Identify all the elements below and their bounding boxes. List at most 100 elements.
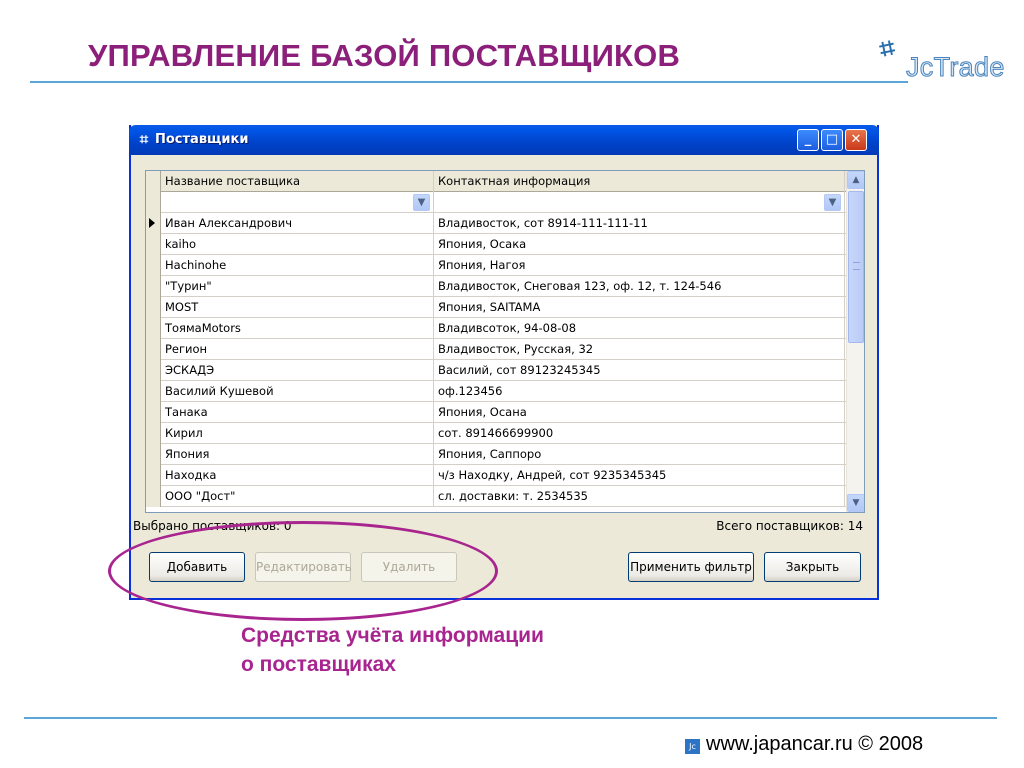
cell-contact-info[interactable]: сот. 891466699900 [434,423,845,444]
row-header[interactable] [146,402,161,423]
chevron-down-icon[interactable]: ▼ [413,194,430,211]
cell-contact-info[interactable]: Япония, SAITAMA [434,297,845,318]
vertical-scrollbar[interactable]: ▲ ▼ [846,171,864,512]
table-row[interactable]: Находка ч/з Находку, Андрей, сот 92353453… [146,465,846,486]
row-header[interactable] [146,234,161,255]
slide-title: УПРАВЛЕНИЕ БАЗОЙ ПОСТАВЩИКОВ [88,38,681,73]
footer: Jc www.japancar.ru © 2008 [685,733,923,757]
caption-line-2: о поставщиках [241,653,396,676]
row-header[interactable] [146,465,161,486]
table-row[interactable]: Танака Япония, Осана [146,402,846,423]
cell-supplier-name[interactable]: ЭСКАДЭ [161,360,434,381]
cell-supplier-name[interactable]: Кирил [161,423,434,444]
cell-contact-info[interactable]: Владивосток, сот 8914-111-111-11 [434,213,845,234]
table-row[interactable]: MOST Япония, SAITAMA [146,297,846,318]
footer-text[interactable]: www.japancar.ru © 2008 [706,733,923,755]
cell-supplier-name[interactable]: Иван Александрович [161,213,434,234]
window-titlebar[interactable]: ⌗ Поставщики _ □ ✕ [129,125,879,155]
highlight-ellipse [108,521,498,621]
cell-supplier-name[interactable]: "Турин" [161,276,434,297]
row-header[interactable] [146,255,161,276]
logo: ⌗ JcTrade [876,28,1013,88]
close-button[interactable]: Закрыть [764,552,861,582]
cell-supplier-name[interactable]: Василий Кушевой [161,381,434,402]
scroll-down-button[interactable]: ▼ [847,494,864,512]
row-header[interactable] [146,486,161,507]
header-corner [146,171,161,192]
row-header[interactable] [146,381,161,402]
caption: Средства учёта информации о поставщиках [241,621,544,679]
chevron-up-icon: ▲ [852,175,860,185]
cell-contact-info[interactable]: оф.123456 [434,381,845,402]
grid-header: Название поставщика Контактная информаци… [146,171,846,192]
filter-row: ▼ ▼ [146,192,846,213]
cell-contact-info[interactable]: сл. доставки: т. 2534535 [434,486,845,507]
cell-supplier-name[interactable]: ТоямаMotors [161,318,434,339]
chevron-down-icon: ▼ [852,498,860,508]
row-header[interactable] [146,444,161,465]
table-row[interactable]: Иван Александрович Владивосток, сот 8914-… [146,213,846,234]
row-header[interactable] [146,360,161,381]
table-row[interactable]: "Турин" Владивосток, Снеговая 123, оф. 12… [146,276,846,297]
cell-supplier-name[interactable]: Находка [161,465,434,486]
scroll-up-button[interactable]: ▲ [847,171,864,189]
row-header[interactable] [146,318,161,339]
cell-supplier-name[interactable]: kaiho [161,234,434,255]
cell-supplier-name[interactable]: Hachinohe [161,255,434,276]
cell-supplier-name[interactable]: MOST [161,297,434,318]
filter-contact-info[interactable]: ▼ [434,192,845,213]
cell-contact-info[interactable]: Василий, сот 89123245345 [434,360,845,381]
cell-supplier-name[interactable]: ООО "Дост" [161,486,434,507]
cell-supplier-name[interactable]: Регион [161,339,434,360]
row-header [146,192,161,213]
cell-contact-info[interactable]: Владивосток, Русская, 32 [434,339,845,360]
table-row[interactable]: Hachinohe Япония, Нагоя [146,255,846,276]
cell-contact-info[interactable]: Япония, Осака [434,234,845,255]
cell-contact-info[interactable]: Владивосток, Снеговая 123, оф. 12, т. 12… [434,276,845,297]
cell-supplier-name[interactable]: Танака [161,402,434,423]
top-divider [30,81,908,83]
bottom-divider [24,717,997,719]
maximize-icon: □ [825,132,839,147]
suppliers-grid[interactable]: Название поставщика Контактная информаци… [145,170,865,513]
total-count: Всего поставщиков: 14 [716,519,863,533]
filter-supplier-name[interactable]: ▼ [161,192,434,213]
table-row[interactable]: Кирил сот. 891466699900 [146,423,846,444]
apply-filter-button[interactable]: Применить фильтр [628,552,754,582]
logo-text: JcTrade [906,52,1005,83]
close-window-button[interactable]: ✕ [845,129,867,151]
column-header-contact-info[interactable]: Контактная информация [434,171,845,192]
current-row-arrow-icon [149,218,155,228]
caption-line-1: Средства учёта информации [241,624,544,647]
logo-mark-icon: ⌗ [876,32,898,66]
row-header[interactable] [146,423,161,444]
table-row[interactable]: kaiho Япония, Осака [146,234,846,255]
table-row[interactable]: ЭСКАДЭ Василий, сот 89123245345 [146,360,846,381]
cell-contact-info[interactable]: Япония, Саппоро [434,444,845,465]
table-row[interactable]: Василий Кушевой оф.123456 [146,381,846,402]
window-title: Поставщики [155,132,249,147]
table-row[interactable]: ТоямаMotors Владивсоток, 94-08-08 [146,318,846,339]
maximize-button[interactable]: □ [821,129,843,151]
column-header-supplier-name[interactable]: Название поставщика [161,171,434,192]
suppliers-app-icon: ⌗ [139,131,149,148]
table-row[interactable]: Япония Япония, Саппоро [146,444,846,465]
scroll-thumb[interactable] [848,191,864,343]
jc-logo-icon: Jc [685,739,700,754]
row-header[interactable] [146,213,161,234]
row-header[interactable] [146,276,161,297]
table-row[interactable]: Регион Владивосток, Русская, 32 [146,339,846,360]
close-icon: ✕ [850,132,862,147]
row-header[interactable] [146,297,161,318]
minimize-button[interactable]: _ [797,129,819,151]
chevron-down-icon[interactable]: ▼ [824,194,841,211]
grip-icon [853,262,860,270]
minimize-icon: _ [804,132,812,147]
cell-supplier-name[interactable]: Япония [161,444,434,465]
cell-contact-info[interactable]: Япония, Осана [434,402,845,423]
cell-contact-info[interactable]: Владивсоток, 94-08-08 [434,318,845,339]
table-row[interactable]: ООО "Дост" сл. доставки: т. 2534535 [146,486,846,507]
cell-contact-info[interactable]: Япония, Нагоя [434,255,845,276]
row-header[interactable] [146,339,161,360]
cell-contact-info[interactable]: ч/з Находку, Андрей, сот 9235345345 [434,465,845,486]
